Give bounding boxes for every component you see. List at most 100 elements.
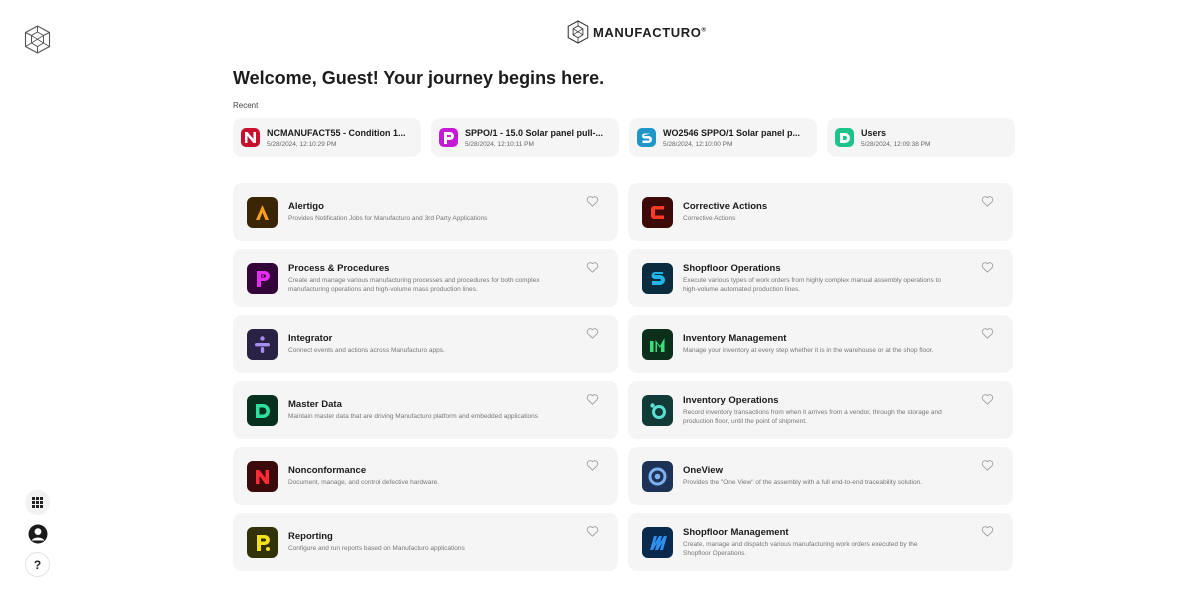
app-title: Inventory Operations (683, 394, 779, 406)
app-card-text: Integrator Connect events and actions acr… (288, 333, 445, 355)
alertigo-icon (247, 196, 278, 228)
corrective-actions-icon (642, 196, 673, 228)
app-description: Maintain master data that are driving Ma… (288, 413, 539, 420)
app-title: Master Data (288, 399, 342, 410)
app-card-text: Shopfloor Operations Execute various type… (683, 263, 943, 294)
app-card-text: Process & Procedures Create and manage va… (288, 263, 548, 294)
app-card[interactable]: Reporting Configure and run reports based… (233, 513, 618, 571)
app-card[interactable]: Alertigo Provides Notification Jobs for M… (233, 183, 618, 241)
recent-item[interactable]: WO2546 SPPO/1 Solar panel p... 5/28/2024,… (629, 118, 817, 157)
app-card-text: OneView Provides the "One View" of the as… (683, 465, 922, 487)
process-procedures-icon (247, 262, 278, 294)
recent-item-date: 5/28/2024, 12:10:29 PM (267, 140, 337, 148)
app-card-text: Corrective Actions Corrective Actions (683, 201, 767, 223)
recent-item[interactable]: Users 5/28/2024, 12:09:38 PM (827, 118, 1015, 157)
recent-item-title: NCMANUFACT55 - Condition 1... (267, 127, 406, 138)
app-description: Create and manage various manufacturing … (288, 276, 540, 293)
recent-item[interactable]: SPPO/1 - 15.0 Solar panel pull-... 5/28/2… (431, 118, 619, 157)
recent-item-date: 5/28/2024, 12:10:00 PM (663, 140, 733, 148)
app-card-text: Shopfloor Management Create, manage and d… (683, 527, 943, 558)
favorite-heart-icon[interactable] (981, 327, 994, 339)
app-description: Configure and run reports based on Manuf… (288, 545, 465, 552)
app-title: Shopfloor Operations (683, 262, 781, 274)
app-description: Record inventory transactions from when … (683, 408, 942, 425)
recent-app-icon (439, 128, 458, 147)
app-card-text: Alertigo Provides Notification Jobs for M… (288, 201, 487, 223)
app-title: Reporting (288, 531, 333, 542)
favorite-heart-icon[interactable] (981, 393, 994, 405)
app-title: Alertigo (288, 201, 324, 212)
app-card-text: Inventory Management Manage your inventor… (683, 333, 933, 355)
favorite-heart-icon[interactable] (981, 525, 994, 537)
app-card[interactable]: Shopfloor Management Create, manage and d… (628, 513, 1013, 571)
rail-bottom-actions: ? (25, 490, 50, 583)
favorite-heart-icon[interactable] (981, 195, 994, 207)
app-card[interactable]: Corrective Actions Corrective Actions (628, 183, 1013, 241)
recent-item-text: WO2546 SPPO/1 Solar panel p... 5/28/2024,… (663, 128, 809, 148)
reporting-icon (247, 526, 278, 558)
favorite-heart-icon[interactable] (586, 459, 599, 471)
inventory-operations-icon (642, 394, 673, 426)
recent-app-icon (241, 128, 260, 147)
shopfloor-operations-icon (642, 262, 673, 294)
app-card-text: Master Data Maintain master data that are… (288, 399, 538, 421)
recent-item-date: 5/28/2024, 12:09:38 PM (861, 140, 931, 148)
app-description: Connect events and actions across Manufa… (288, 347, 445, 354)
app-description: Manage your inventory at every step whet… (683, 347, 934, 354)
app-description: Provides Notification Jobs for Manufactu… (288, 215, 488, 222)
recent-item-text: NCMANUFACT55 - Condition 1... 5/28/2024, … (267, 128, 413, 148)
app-card[interactable]: Inventory Operations Record inventory tra… (628, 381, 1013, 439)
app-description: Corrective Actions (683, 215, 736, 222)
page: ? MANUFACTURO® Welcome, Guest! Your jour… (0, 0, 1200, 596)
app-title: Shopfloor Management (683, 526, 789, 538)
app-card-text: Inventory Operations Record inventory tra… (683, 395, 943, 426)
recent-item-text: Users 5/28/2024, 12:09:38 PM (861, 128, 1007, 148)
favorite-heart-icon[interactable] (586, 525, 599, 537)
apps-grid-button[interactable] (25, 490, 50, 515)
app-title: OneView (683, 465, 723, 476)
app-card[interactable]: Master Data Maintain master data that are… (233, 381, 618, 439)
user-profile-button[interactable] (25, 521, 50, 546)
app-title: Process & Procedures (288, 262, 390, 274)
apps-grid-icon (32, 497, 43, 508)
app-card[interactable]: Shopfloor Operations Execute various type… (628, 249, 1013, 307)
recent-item-title: Users (861, 127, 887, 138)
help-icon: ? (33, 557, 42, 572)
app-title: Corrective Actions (683, 201, 768, 212)
recent-item-text: SPPO/1 - 15.0 Solar panel pull-... 5/28/2… (465, 128, 611, 148)
favorite-heart-icon[interactable] (981, 459, 994, 471)
recent-label: Recent (233, 101, 259, 110)
app-card-text: Reporting Configure and run reports based… (288, 531, 465, 553)
favorite-heart-icon[interactable] (586, 327, 599, 339)
recent-item-title: SPPO/1 - 15.0 Solar panel pull-... (465, 127, 604, 138)
app-card[interactable]: Process & Procedures Create and manage va… (233, 249, 618, 307)
app-card[interactable]: Nonconformance Document, manage, and cont… (233, 447, 618, 505)
app-title: Integrator (288, 333, 333, 344)
brand-name: MANUFACTURO® (593, 24, 707, 40)
help-button[interactable]: ? (25, 552, 50, 577)
inventory-management-icon (642, 328, 673, 360)
app-card[interactable]: Inventory Management Manage your inventor… (628, 315, 1013, 373)
app-title: Nonconformance (288, 465, 367, 476)
app-card-text: Nonconformance Document, manage, and cont… (288, 465, 439, 487)
favorite-heart-icon[interactable] (981, 261, 994, 273)
app-description: Create, manage and dispatch various manu… (683, 540, 918, 557)
integrator-icon (247, 328, 278, 360)
brand-logo: MANUFACTURO® (567, 20, 706, 44)
favorite-heart-icon[interactable] (586, 195, 599, 207)
app-card[interactable]: Integrator Connect events and actions acr… (233, 315, 618, 373)
favorite-heart-icon[interactable] (586, 393, 599, 405)
recent-item-date: 5/28/2024, 12:10:11 PM (465, 140, 534, 148)
home-logo-icon[interactable] (24, 25, 51, 54)
master-data-icon (247, 394, 278, 426)
nonconformance-icon (247, 460, 278, 492)
app-card[interactable]: OneView Provides the "One View" of the as… (628, 447, 1013, 505)
recent-item[interactable]: NCMANUFACT55 - Condition 1... 5/28/2024, … (233, 118, 421, 157)
app-title: Inventory Management (683, 333, 787, 344)
recent-item-title: WO2546 SPPO/1 Solar panel p... (663, 127, 801, 138)
app-grid: Alertigo Provides Notification Jobs for M… (233, 183, 1013, 571)
manufacturo-logo-icon (567, 20, 589, 44)
app-description: Document, manage, and control defective … (288, 479, 440, 486)
user-icon (28, 524, 47, 543)
favorite-heart-icon[interactable] (586, 261, 599, 273)
